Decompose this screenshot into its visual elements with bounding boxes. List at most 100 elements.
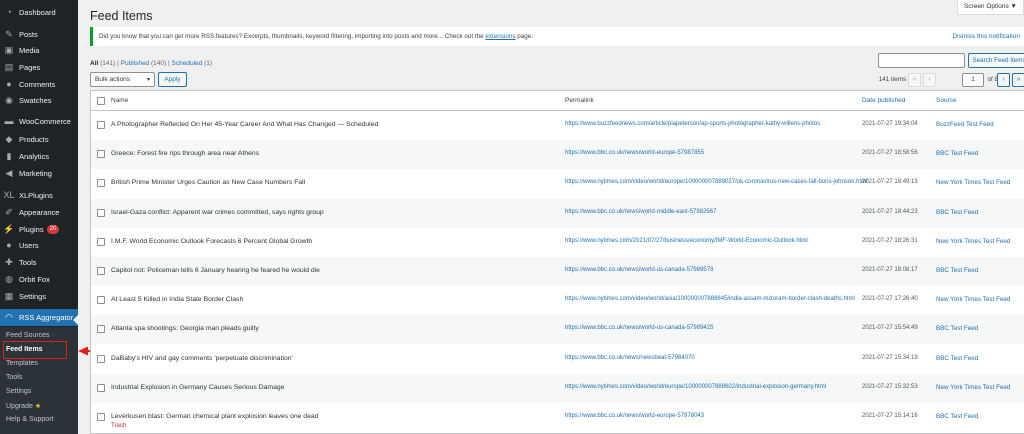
table-row: Industrial Explosion in Germany Causes S…	[91, 373, 1024, 403]
row-source[interactable]: BBC Test Feed	[936, 150, 978, 157]
sidebar-item-appearance[interactable]: ✐ Appearance	[0, 204, 78, 221]
sidebar-item-orbit-fox[interactable]: ◍ Orbit Fox	[0, 271, 78, 288]
next-page-button[interactable]: ›	[997, 73, 1010, 87]
view-published[interactable]: Published	[121, 60, 150, 67]
row-name[interactable]: A Photographer Reflected On Her 45-Year …	[111, 121, 378, 128]
view-all[interactable]: All	[90, 60, 98, 67]
dismiss-notice-link[interactable]: Dismiss this notification	[952, 33, 1020, 40]
row-source[interactable]: BBC Test Feed	[936, 355, 978, 362]
feed-items-highlight-box	[3, 341, 67, 359]
row-source[interactable]: New York Times Test Feed	[936, 384, 1010, 391]
row-source[interactable]: BBC Test Feed	[936, 209, 978, 216]
submenu-settings[interactable]: Settings	[6, 388, 31, 395]
row-permalink[interactable]: https://www.bbc.co.uk/news/world-us-cana…	[565, 325, 713, 331]
appearance-icon: ✐	[5, 207, 13, 217]
row-source[interactable]: BuzzFeed Test Feed	[936, 121, 994, 128]
sidebar-item-dashboard[interactable]: ◔ Dashboard	[0, 4, 78, 21]
submenu-help-support[interactable]: Help & Support	[6, 416, 53, 423]
row-source[interactable]: New York Times Test Feed	[936, 296, 1010, 303]
row-name[interactable]: Atlanta spa shootings: Georgia man plead…	[111, 325, 259, 332]
column-source[interactable]: Source	[936, 97, 957, 104]
search-input[interactable]	[878, 53, 965, 68]
first-page-button[interactable]: «	[908, 73, 921, 87]
row-permalink[interactable]: https://www.nytimes.com/video/world/euro…	[565, 384, 826, 390]
apply-button[interactable]: Apply	[158, 72, 187, 87]
trash-link[interactable]: Trash	[111, 423, 126, 429]
current-page-input[interactable]: 1	[962, 73, 984, 87]
row-source[interactable]: New York Times Test Feed	[936, 238, 1010, 245]
view-scheduled-count: (1)	[204, 60, 213, 67]
row-source[interactable]: BBC Test Feed	[936, 325, 978, 332]
table-row: At Least 5 Killed in India State Border …	[91, 286, 1024, 315]
search-feed-items-button[interactable]: Search Feed Items	[968, 53, 1024, 68]
row-checkbox[interactable]	[97, 296, 105, 305]
row-name[interactable]: British Prime Minister Urges Caution as …	[111, 179, 305, 186]
row-name[interactable]: Industrial Explosion in Germany Causes S…	[111, 384, 284, 391]
row-checkbox[interactable]	[97, 237, 105, 246]
row-checkbox[interactable]	[97, 208, 105, 217]
row-permalink[interactable]: https://www.nytimes.com/2021/07/27/busin…	[565, 238, 808, 244]
sidebar-item-settings[interactable]: ▦ Settings	[0, 288, 78, 305]
select-all-checkbox[interactable]	[97, 97, 105, 105]
sidebar-item-xlplugins[interactable]: XL XLPlugins	[0, 187, 78, 204]
row-checkbox[interactable]	[97, 179, 105, 188]
row-permalink[interactable]: https://www.nytimes.com/video/world/euro…	[565, 179, 867, 185]
sidebar-item-plugins[interactable]: ⚡ Plugins 20	[0, 221, 78, 238]
notice-text: Did you know that you can get more RSS f…	[99, 33, 486, 40]
row-name[interactable]: DaBaby's HIV and gay comments 'perpetuat…	[111, 355, 293, 362]
view-scheduled[interactable]: Scheduled	[172, 60, 203, 67]
row-permalink[interactable]: https://www.bbc.co.uk/news/newsbeat-5798…	[565, 355, 695, 361]
sidebar-item-products[interactable]: ◆ Products	[0, 131, 78, 148]
row-permalink[interactable]: https://www.nytimes.com/video/world/asia…	[565, 296, 855, 302]
row-permalink[interactable]: https://www.buzzfeednews.com/article/pia…	[565, 121, 820, 127]
submenu-feed-sources[interactable]: Feed Sources	[6, 332, 50, 339]
row-name[interactable]: Israel-Gaza conflict: Apparent war crime…	[111, 209, 324, 216]
submenu-templates[interactable]: Templates	[6, 360, 38, 367]
extensions-link[interactable]: extensions	[485, 33, 515, 40]
row-permalink[interactable]: https://www.bbc.co.uk/news/world-middle-…	[565, 209, 716, 215]
sidebar-item-posts[interactable]: ✎ Posts	[0, 26, 78, 43]
sidebar-item-rss-aggregator[interactable]: ◠ RSS Aggregator	[0, 309, 78, 326]
row-permalink[interactable]: https://www.bbc.co.uk/news/world-us-cana…	[565, 267, 713, 273]
sidebar-item-tools[interactable]: ✚ Tools	[0, 254, 78, 271]
row-checkbox[interactable]	[97, 413, 105, 421]
row-checkbox[interactable]	[97, 121, 105, 129]
sidebar-item-woocommerce[interactable]: ▬ WooCommerce	[0, 113, 78, 130]
settings-icon: ▦	[4, 291, 14, 301]
sidebar-item-users[interactable]: ● Users	[0, 237, 78, 254]
row-checkbox[interactable]	[97, 267, 105, 275]
sidebar-item-pages[interactable]: ▤ Pages	[0, 59, 78, 76]
row-source[interactable]: BBC Test Feed	[936, 267, 978, 274]
row-name[interactable]: At Least 5 Killed in India State Border …	[111, 296, 243, 303]
row-name[interactable]: Capitol riot: Policeman tells 6 January …	[111, 267, 320, 274]
feed-items-table: Name Permalink Date published Source A P…	[90, 90, 1024, 434]
column-date-published[interactable]: Date published	[862, 97, 905, 104]
prev-page-button[interactable]: ‹	[923, 73, 936, 87]
sidebar-item-comments[interactable]: ● Comments	[0, 76, 78, 93]
row-date: 2021-07-27 15:32:53	[862, 383, 918, 390]
row-permalink[interactable]: https://www.bbc.co.uk/news/world-europe-…	[565, 150, 704, 156]
row-name[interactable]: Leverkusen blast: German chemical plant …	[111, 413, 318, 420]
row-source[interactable]: BBC Test Feed	[936, 413, 978, 420]
row-checkbox[interactable]	[97, 354, 105, 363]
row-checkbox[interactable]	[97, 383, 105, 392]
row-name[interactable]: Greece: Forest fire rips through area ne…	[111, 150, 259, 157]
column-name: Name	[111, 97, 129, 104]
submenu-tools[interactable]: Tools	[6, 374, 22, 381]
submenu-upgrade[interactable]: Upgrade ★	[6, 402, 41, 410]
screen-options-button[interactable]: Screen Options ▼	[956, 0, 1024, 15]
row-checkbox[interactable]	[97, 325, 105, 334]
row-name[interactable]: I.M.F. World Economic Outlook Forecasts …	[111, 238, 312, 245]
sidebar-item-media[interactable]: ▣ Media	[0, 42, 78, 59]
last-page-button[interactable]: »	[1012, 73, 1024, 87]
row-source[interactable]: New York Times Test Feed	[936, 179, 1010, 186]
pin-icon: ✎	[5, 29, 13, 39]
sidebar-item-analytics[interactable]: ▮ Analytics	[0, 148, 78, 165]
sidebar-item-marketing[interactable]: ◀ Marketing	[0, 165, 78, 182]
row-permalink[interactable]: https://www.bbc.co.uk/news/world-europe-…	[565, 413, 704, 419]
sidebar-item-swatches[interactable]: ◉ Swatches	[0, 92, 78, 109]
star-icon: ★	[34, 403, 42, 410]
bulk-actions-select[interactable]: Bulk actions ▾	[90, 72, 155, 87]
table-row: A Photographer Reflected On Her 45-Year …	[91, 111, 1024, 140]
row-checkbox[interactable]	[97, 150, 105, 159]
